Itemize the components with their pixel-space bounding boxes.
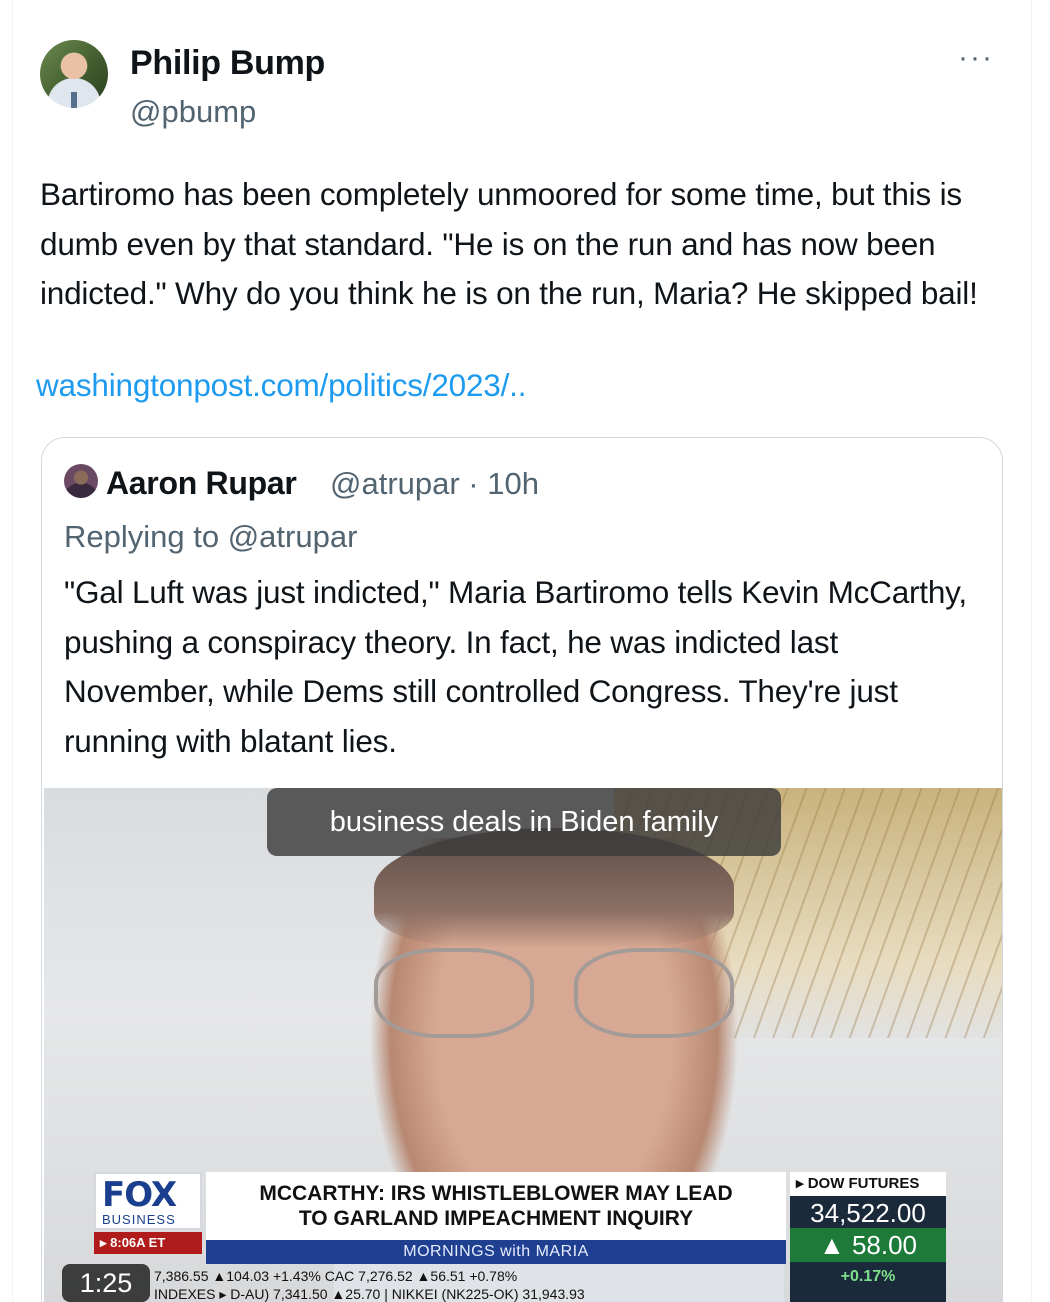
quoted-tweet[interactable]: Aaron Rupar @atrupar · 10h Replying to @…	[41, 437, 1003, 1302]
author-handle[interactable]: @pbump	[130, 94, 256, 130]
more-options-icon[interactable]: ···	[958, 43, 1002, 76]
dow-value: 34,522.00	[810, 1198, 926, 1228]
dow-change: ▲ 58.00	[790, 1228, 946, 1262]
fox-word: FOX	[102, 1175, 177, 1215]
glasses-right-lens	[574, 948, 734, 1038]
author-avatar[interactable]	[40, 40, 108, 108]
markets-row-1: 7,386.55 ▲104.03 +1.43% CAC 7,276.52 ▲56…	[154, 1268, 518, 1284]
video-duration: 1:25	[62, 1264, 150, 1302]
quoted-text: "Gal Luft was just indicted," Maria Bart…	[64, 574, 967, 759]
show-title: MORNINGS with MARIA	[206, 1240, 786, 1264]
video-player[interactable]: business deals in Biden family FOX BUSIN…	[44, 788, 1002, 1302]
video-subject-glasses	[374, 948, 744, 1038]
chyron-line-2: TO GARLAND IMPEACHMENT INQUIRY	[298, 1207, 694, 1230]
fox-business-logo: FOX BUSINESS	[94, 1172, 202, 1230]
author-name[interactable]: Philip Bump	[130, 44, 325, 83]
glasses-left-lens	[374, 948, 534, 1038]
time-badge: ▸ 8:06A ET	[94, 1232, 202, 1254]
quoted-meta: @atrupar · 10h	[330, 466, 539, 501]
avatar-tie	[71, 92, 77, 108]
market-indexes: 7,386.55 ▲104.03 +1.43% CAC 7,276.52 ▲56…	[154, 1268, 790, 1302]
dow-percent: +0.17%	[840, 1268, 896, 1285]
quoted-author-name[interactable]: Aaron Rupar	[106, 465, 297, 502]
news-ticker: FOX BUSINESS ▸ 8:06A ET MCCARTHY: IRS WH…	[44, 1132, 1002, 1302]
dow-label: ▸ DOW FUTURES	[790, 1172, 946, 1196]
article-link[interactable]: washingtonpost.com/politics/2023/..	[36, 367, 526, 404]
markets-row-2: INDEXES ▸ D-AU) 7,341.50 ▲25.70 | NIKKEI…	[154, 1286, 585, 1302]
chyron-line-1: MCCARTHY: IRS WHISTLEBLOWER MAY LEAD	[259, 1182, 733, 1205]
dow-futures-box: ▸ DOW FUTURES 34,522.00 ▲ 58.00 +0.17%	[790, 1172, 946, 1302]
tweet-text: Bartiromo has been completely unmoored f…	[40, 176, 978, 311]
chyron-headline: MCCARTHY: IRS WHISTLEBLOWER MAY LEAD TO …	[206, 1172, 786, 1240]
fox-sub: BUSINESS	[102, 1212, 176, 1227]
video-caption: business deals in Biden family	[267, 788, 781, 856]
replying-to: Replying to @atrupar	[64, 519, 358, 554]
quoted-author-avatar[interactable]	[64, 464, 98, 498]
